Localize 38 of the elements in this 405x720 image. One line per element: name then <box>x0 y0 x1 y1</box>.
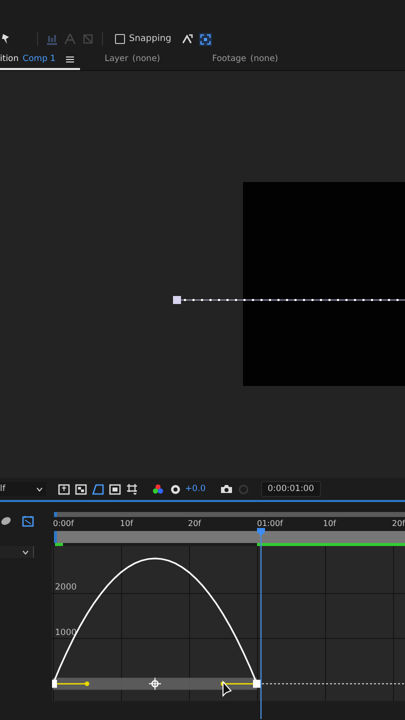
expand-icon[interactable] <box>199 32 212 46</box>
property-dropdown[interactable] <box>0 546 34 558</box>
time-label: 10f <box>120 519 133 528</box>
mask-path-icon[interactable] <box>92 484 104 494</box>
exposure-value[interactable]: +0.0 <box>185 484 206 494</box>
playhead[interactable] <box>256 528 266 719</box>
time-label: 01:00f <box>257 519 283 528</box>
region-icon[interactable] <box>58 484 70 494</box>
time-label: 0:00f <box>53 519 74 528</box>
panel-tab[interactable]: Footage (none) <box>212 50 280 70</box>
value-label: 1000 <box>55 628 77 638</box>
time-label: 20f <box>392 519 405 528</box>
anchor-icon[interactable] <box>148 677 162 690</box>
value-label: 2000 <box>55 582 77 593</box>
timecode-field[interactable]: 0:00:01:00 <box>260 481 322 497</box>
color-channels-icon[interactable] <box>152 483 164 495</box>
time-ruler[interactable]: 0:00f 10f 20f 01:00f 10f 20f <box>52 517 405 531</box>
pin-icon[interactable] <box>1 33 11 45</box>
graph-editor-icon[interactable] <box>22 515 34 527</box>
chevron-icon <box>22 550 29 554</box>
chevron-icon <box>36 486 43 492</box>
brush-icon[interactable] <box>0 516 12 526</box>
keyframe[interactable] <box>253 680 261 688</box>
camera-icon[interactable] <box>220 484 233 494</box>
snapping-checkbox[interactable]: Snapping <box>115 34 172 44</box>
time-label: 20f <box>188 519 201 528</box>
snap-icon[interactable] <box>181 33 194 45</box>
cursor-icon <box>222 680 232 697</box>
safe-margins-icon[interactable] <box>109 484 121 494</box>
render-bar <box>55 543 63 546</box>
keyframe[interactable] <box>52 680 57 688</box>
transparency-grid-icon[interactable] <box>75 484 87 494</box>
menu-icon[interactable] <box>66 56 74 62</box>
exposure-icon[interactable] <box>170 484 181 494</box>
resolution-dropdown[interactable]: lf <box>0 482 46 496</box>
panel-tab[interactable]: Layer (none) <box>104 50 162 70</box>
grid-icon[interactable] <box>126 483 138 495</box>
time-label: 10f <box>323 519 336 528</box>
